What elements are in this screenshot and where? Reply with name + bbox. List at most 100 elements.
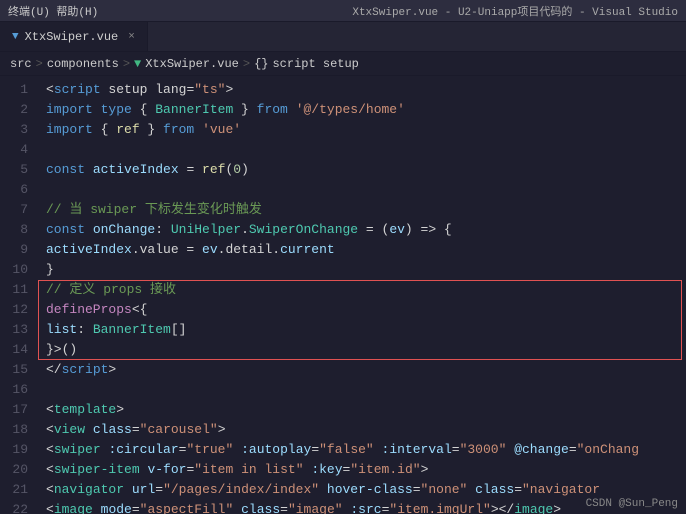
code-line: <template> bbox=[46, 400, 686, 420]
token: ></ bbox=[491, 502, 514, 514]
token bbox=[374, 442, 382, 457]
token: const bbox=[46, 222, 93, 237]
tab-close-button[interactable]: × bbox=[128, 31, 135, 43]
token: setup lang= bbox=[101, 82, 195, 97]
line-number: 22 bbox=[0, 500, 28, 514]
tab-bar: ▼ XtxSwiper.vue × bbox=[0, 22, 686, 52]
line-number: 15 bbox=[0, 360, 28, 380]
token: :interval bbox=[382, 442, 452, 457]
token: "item in list" bbox=[194, 462, 303, 477]
token: :src bbox=[350, 502, 381, 514]
token: class bbox=[475, 482, 514, 497]
code-line: import { ref } from 'vue' bbox=[46, 120, 686, 140]
tab-xtxswiper[interactable]: ▼ XtxSwiper.vue × bbox=[0, 22, 148, 51]
line-number: 10 bbox=[0, 260, 28, 280]
code-line: import type { BannerItem } from '@/types… bbox=[46, 100, 686, 120]
token: = bbox=[413, 482, 421, 497]
token: v-for bbox=[147, 462, 186, 477]
token: < bbox=[46, 482, 54, 497]
code-content[interactable]: <script setup lang="ts">import type { Ba… bbox=[38, 76, 686, 514]
token: <{ bbox=[132, 302, 148, 317]
token: > bbox=[108, 362, 116, 377]
token: swiper bbox=[54, 442, 101, 457]
token: ref bbox=[202, 162, 225, 177]
token: > bbox=[553, 502, 561, 514]
token: template bbox=[54, 402, 116, 417]
token: < bbox=[46, 82, 54, 97]
token: hover-class bbox=[327, 482, 413, 497]
line-number: 6 bbox=[0, 180, 28, 200]
token: activeIndex bbox=[93, 162, 179, 177]
token: = bbox=[132, 502, 140, 514]
token: from bbox=[257, 102, 288, 117]
title-bar: 终端(U) 帮助(H) XtxSwiper.vue - U2-Uniapp项目代… bbox=[0, 0, 686, 22]
token bbox=[194, 122, 202, 137]
token: ) bbox=[241, 162, 249, 177]
token: = bbox=[179, 162, 202, 177]
line-number: 17 bbox=[0, 400, 28, 420]
token: :key bbox=[311, 462, 342, 477]
token: 0 bbox=[233, 162, 241, 177]
line-number: 5 bbox=[0, 160, 28, 180]
code-line: }>() bbox=[46, 340, 686, 360]
editor: 1234567891011121314151617181920212223 <s… bbox=[0, 76, 686, 514]
token: = bbox=[569, 442, 577, 457]
tab-label: XtxSwiper.vue bbox=[25, 30, 119, 44]
breadcrumb-sep3: > bbox=[243, 57, 250, 71]
token: . bbox=[241, 222, 249, 237]
token: = bbox=[155, 482, 163, 497]
token: = bbox=[514, 482, 522, 497]
token: .value = bbox=[132, 242, 202, 257]
token: "3000" bbox=[460, 442, 507, 457]
token: UniHelper bbox=[171, 222, 241, 237]
line-number: 8 bbox=[0, 220, 28, 240]
line-number: 20 bbox=[0, 460, 28, 480]
token: current bbox=[280, 242, 335, 257]
code-line: const onChange: UniHelper.SwiperOnChange… bbox=[46, 220, 686, 240]
line-number: 3 bbox=[0, 120, 28, 140]
token: navigator bbox=[54, 482, 124, 497]
token: view bbox=[54, 422, 85, 437]
line-number: 16 bbox=[0, 380, 28, 400]
token bbox=[124, 482, 132, 497]
token: import bbox=[46, 122, 93, 137]
token bbox=[288, 102, 296, 117]
token: image bbox=[54, 502, 93, 514]
token: // 当 swiper 下标发生变化时触发 bbox=[46, 202, 262, 217]
token: { bbox=[132, 102, 155, 117]
token: image bbox=[514, 502, 553, 514]
token: "navigator bbox=[522, 482, 600, 497]
token: > bbox=[218, 422, 226, 437]
token: // 定义 props 接收 bbox=[46, 282, 176, 297]
breadcrumb-sep2: > bbox=[123, 57, 130, 71]
line-number: 19 bbox=[0, 440, 28, 460]
line-number: 4 bbox=[0, 140, 28, 160]
token: </ bbox=[46, 362, 62, 377]
line-number: 11 bbox=[0, 280, 28, 300]
code-line bbox=[46, 380, 686, 400]
token: } bbox=[46, 262, 54, 277]
breadcrumb-filename: XtxSwiper.vue bbox=[145, 57, 239, 71]
token: > bbox=[225, 82, 233, 97]
token: "aspectFill" bbox=[140, 502, 234, 514]
token: < bbox=[46, 422, 54, 437]
token bbox=[467, 482, 475, 497]
token: = bbox=[452, 442, 460, 457]
vue-file-icon: ▼ bbox=[12, 31, 19, 43]
code-line: // 定义 props 接收 bbox=[46, 280, 686, 300]
token: } bbox=[233, 102, 256, 117]
breadcrumb-curly: {} bbox=[254, 57, 268, 71]
line-number: 1 bbox=[0, 80, 28, 100]
token: < bbox=[46, 502, 54, 514]
line-numbers: 1234567891011121314151617181920212223 bbox=[0, 76, 38, 514]
line-number: 14 bbox=[0, 340, 28, 360]
menu-left[interactable]: 终端(U) 帮助(H) bbox=[8, 3, 98, 19]
token: const bbox=[46, 162, 93, 177]
line-number: 13 bbox=[0, 320, 28, 340]
token: "onChang bbox=[577, 442, 639, 457]
token: "item.id" bbox=[350, 462, 420, 477]
token: < bbox=[46, 402, 54, 417]
token: [] bbox=[171, 322, 187, 337]
code-line: <swiper :circular="true" :autoplay="fals… bbox=[46, 440, 686, 460]
token: url bbox=[132, 482, 155, 497]
